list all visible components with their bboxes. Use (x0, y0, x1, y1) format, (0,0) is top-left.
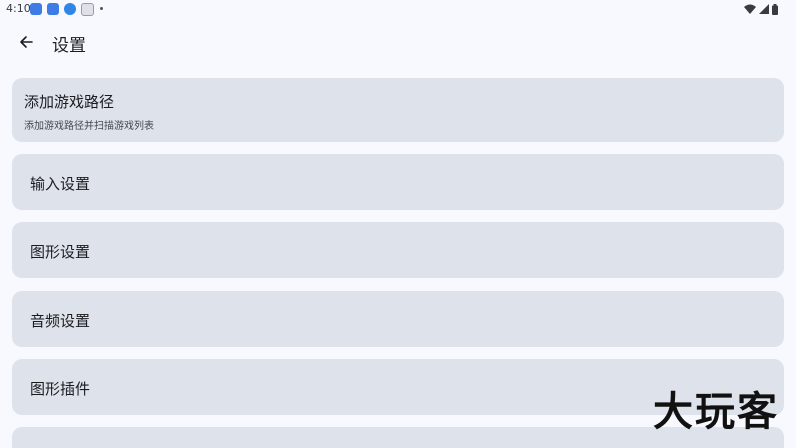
shield-icon (81, 3, 94, 16)
battery-icon (772, 3, 778, 15)
settings-item-audio-settings[interactable]: 音频设置 (12, 291, 784, 347)
wifi-icon (744, 4, 756, 14)
system-status-icons (744, 3, 778, 15)
status-time: 4:10 (6, 2, 31, 15)
settings-item-title: 输入设置 (30, 175, 91, 193)
watermark-logo: 大玩客 (653, 389, 779, 435)
status-bar: 4:10 (0, 0, 796, 18)
app-bar: 设置 (0, 18, 796, 66)
dot-icon (100, 7, 103, 10)
signal-icon (759, 4, 769, 14)
settings-item-title: 图形插件 (30, 380, 91, 398)
page-title: 设置 (52, 36, 86, 56)
settings-item-subtitle: 添加游戏路径并扫描游戏列表 (24, 121, 154, 132)
settings-item-title: 添加游戏路径 (24, 93, 115, 111)
settings-item-graphics-settings[interactable]: 图形设置 (12, 222, 784, 278)
settings-item-title: 图形设置 (30, 243, 91, 261)
arrow-left-icon (20, 36, 33, 48)
app-notification-icon (30, 3, 42, 15)
app-notification-icon (47, 3, 59, 15)
download-icon (64, 3, 76, 15)
settings-item-title: 音频设置 (30, 312, 91, 330)
settings-item-add-game-path[interactable]: 添加游戏路径 添加游戏路径并扫描游戏列表 (12, 78, 784, 142)
settings-item-input-settings[interactable]: 输入设置 (12, 154, 784, 210)
back-button[interactable] (12, 28, 40, 56)
